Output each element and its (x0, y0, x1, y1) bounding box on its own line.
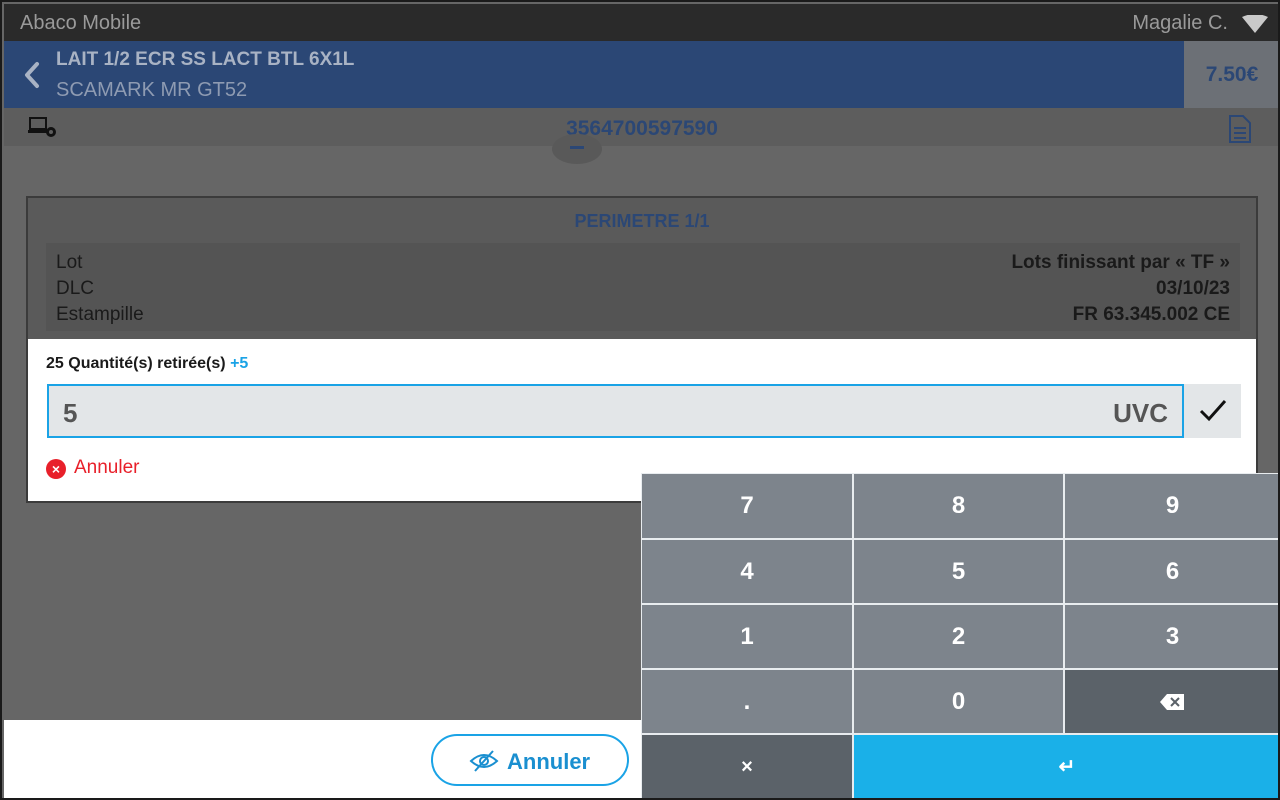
key-label: 3 (1165, 623, 1180, 650)
perimeter-dialog: PERIMETRE 1/1 Lot Lots finissant par « T… (26, 196, 1258, 503)
backspace-icon (1160, 694, 1184, 710)
eye-slash-icon (469, 750, 499, 772)
info-label: DLC (56, 278, 95, 299)
dialog-cancel-label: Annuler (74, 457, 140, 478)
wifi-icon (1242, 15, 1268, 33)
key-decimal[interactable]: . (642, 670, 852, 733)
chevron-left-icon[interactable] (22, 61, 42, 89)
app-name: Abaco Mobile (20, 12, 142, 34)
document-icon[interactable] (1228, 114, 1252, 144)
key-4[interactable]: 4 (642, 540, 852, 603)
info-box: Lot Lots finissant par « TF » DLC 03/10/… (46, 243, 1240, 331)
key-label: 1 (740, 623, 754, 650)
info-value: Lots finissant par « TF » (1011, 252, 1230, 273)
key-label: ↵ (1058, 756, 1076, 778)
info-value: FR 63.345.002 CE (1072, 304, 1230, 325)
product-price: 7.50€ (1184, 41, 1278, 108)
drag-handle[interactable] (552, 134, 602, 164)
info-row-lot: Lot Lots finissant par « TF » (56, 252, 1230, 278)
quantity-unit: UVC (1113, 398, 1168, 428)
info-row-estampille: Estampille FR 63.345.002 CE (56, 304, 1230, 330)
key-2[interactable]: 2 (854, 605, 1063, 668)
key-enter[interactable]: ↵ (854, 735, 1278, 798)
key-9[interactable]: 9 (1065, 474, 1278, 538)
quantity-label: 25 Quantité(s) retirée(s) +5 (46, 355, 248, 373)
key-label: 6 (1165, 558, 1180, 585)
status-bar: Abaco Mobile Magalie C. (4, 4, 1278, 41)
info-label: Lot (56, 252, 83, 273)
key-label: 5 (951, 558, 966, 585)
cancel-button[interactable]: Annuler (431, 734, 629, 786)
quantity-input-value: 5 (63, 398, 78, 428)
key-7[interactable]: 7 (642, 474, 852, 538)
product-header: LAIT 1/2 ECR SS LACT BTL 6X1L SCAMARK MR… (4, 41, 1184, 108)
key-0[interactable]: 0 (854, 670, 1063, 733)
key-backspace[interactable] (1065, 670, 1278, 733)
key-1[interactable]: 1 (642, 605, 852, 668)
check-icon (1199, 400, 1227, 422)
key-label: 0 (951, 688, 966, 715)
product-subtitle: SCAMARK MR GT52 (56, 79, 248, 101)
key-6[interactable]: 6 (1065, 540, 1278, 603)
app-screen: Abaco Mobile Magalie C. LAIT 1/2 ECR SS … (0, 0, 1280, 800)
quantity-input[interactable]: 5 UVC (47, 384, 1184, 438)
close-circle-icon: × (46, 459, 66, 479)
key-8[interactable]: 8 (854, 474, 1063, 538)
key-close[interactable]: × (642, 735, 852, 798)
quantity-text: 25 Quantité(s) retirée(s) (46, 355, 226, 372)
dialog-title: PERIMETRE 1/1 (574, 211, 710, 231)
key-3[interactable]: 3 (1065, 605, 1278, 668)
key-label: 8 (951, 492, 966, 519)
quantity-delta: +5 (230, 355, 249, 372)
product-title: LAIT 1/2 ECR SS LACT BTL 6X1L (56, 49, 355, 70)
confirm-button[interactable] (1184, 384, 1241, 438)
key-label: 7 (740, 492, 754, 519)
cancel-button-label: Annuler (507, 749, 591, 774)
info-value: 03/10/23 (1156, 278, 1230, 299)
barcode-strip: 3564700597590 (4, 108, 1278, 164)
key-label: × (741, 756, 753, 778)
key-label: . (743, 688, 751, 715)
numeric-keypad: 7 8 9 4 5 6 1 2 3 . 0 × ↵ (641, 473, 1278, 798)
key-label: 4 (740, 558, 754, 585)
key-5[interactable]: 5 (854, 540, 1063, 603)
key-label: 2 (951, 623, 966, 650)
user-name: Magalie C. (1132, 12, 1228, 34)
key-label: 9 (1165, 492, 1180, 519)
info-label: Estampille (56, 304, 144, 325)
info-row-dlc: DLC 03/10/23 (56, 278, 1230, 304)
barcode-value: 3564700597590 (566, 117, 718, 140)
